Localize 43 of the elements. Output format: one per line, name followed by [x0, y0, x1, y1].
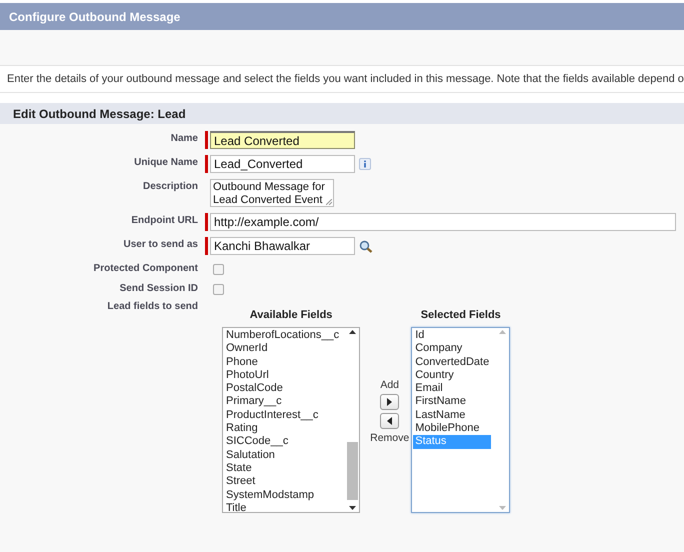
field-label: Lead fields to send	[106, 301, 198, 314]
list-option[interactable]: Street	[224, 475, 342, 489]
input-field[interactable]: Lead_Converted	[210, 155, 355, 173]
list-option[interactable]: Primary__c	[224, 395, 342, 409]
add-label: Add	[380, 378, 400, 390]
field-label: Send Session ID	[118, 282, 198, 294]
list-option[interactable]: Phone	[224, 356, 342, 369]
list-option[interactable]: ProductInterest__c	[224, 408, 342, 422]
list-option[interactable]: PostalCode	[224, 382, 342, 396]
list-option[interactable]: State	[224, 462, 342, 476]
input-field[interactable]: Kanchi Bhawalkar	[210, 237, 355, 255]
list-option[interactable]: SICCode__c	[224, 435, 342, 449]
list-option[interactable]: OwnerId	[224, 342, 342, 356]
remove-label: Remove	[370, 432, 410, 444]
list-option[interactable]: LastName	[413, 408, 492, 422]
list-option[interactable]: Title	[224, 502, 342, 516]
list-option[interactable]: ConvertedDate	[413, 356, 492, 369]
list-option[interactable]: Rating	[224, 422, 342, 436]
field-label: User to send as	[122, 238, 198, 250]
description-field[interactable]: Outbound Message for Lead Converted Event	[210, 179, 334, 207]
list-option[interactable]: PhotoUrl	[224, 368, 342, 382]
list-title: Selected Fields	[420, 309, 501, 321]
section-header: Edit Outbound Message: Lead	[0, 103, 684, 124]
listbox[interactable]: Id Company ConvertedDate Country Email FirstName LastName MobilePhone Status	[411, 327, 510, 513]
input-field[interactable]: http://example.com/	[210, 213, 676, 231]
field-label: Unique Name	[133, 156, 198, 168]
page-title: Configure Outbound Message	[0, 3, 684, 30]
list-option[interactable]: Email	[413, 382, 492, 396]
list-option[interactable]: MobilePhone	[413, 422, 492, 436]
input-field[interactable]: Lead Converted	[210, 131, 355, 149]
list-option[interactable]: FirstName	[413, 395, 492, 409]
list-title: Available Fields	[250, 309, 332, 321]
list-option[interactable]: Country	[413, 368, 492, 382]
listbox[interactable]: NumberofLocations__c OwnerId Phone PhotoUrl PostalCode Primary__c ProductInterest__c Rating SICCode__c Salutation State Street SystemModstamp Title	[222, 327, 360, 513]
list-option[interactable]: NumberofLocations__c	[224, 329, 342, 342]
list-option[interactable]: Company	[413, 342, 492, 356]
list-option[interactable]: SystemModstamp	[224, 488, 342, 502]
field-label: Name	[170, 132, 198, 144]
field-label: Description	[142, 180, 198, 192]
field-label: Endpoint URL	[130, 214, 198, 226]
list-option[interactable]: Salutation	[224, 448, 342, 462]
list-option[interactable]: Id	[413, 329, 492, 342]
field-label: Protected Component	[92, 262, 198, 274]
